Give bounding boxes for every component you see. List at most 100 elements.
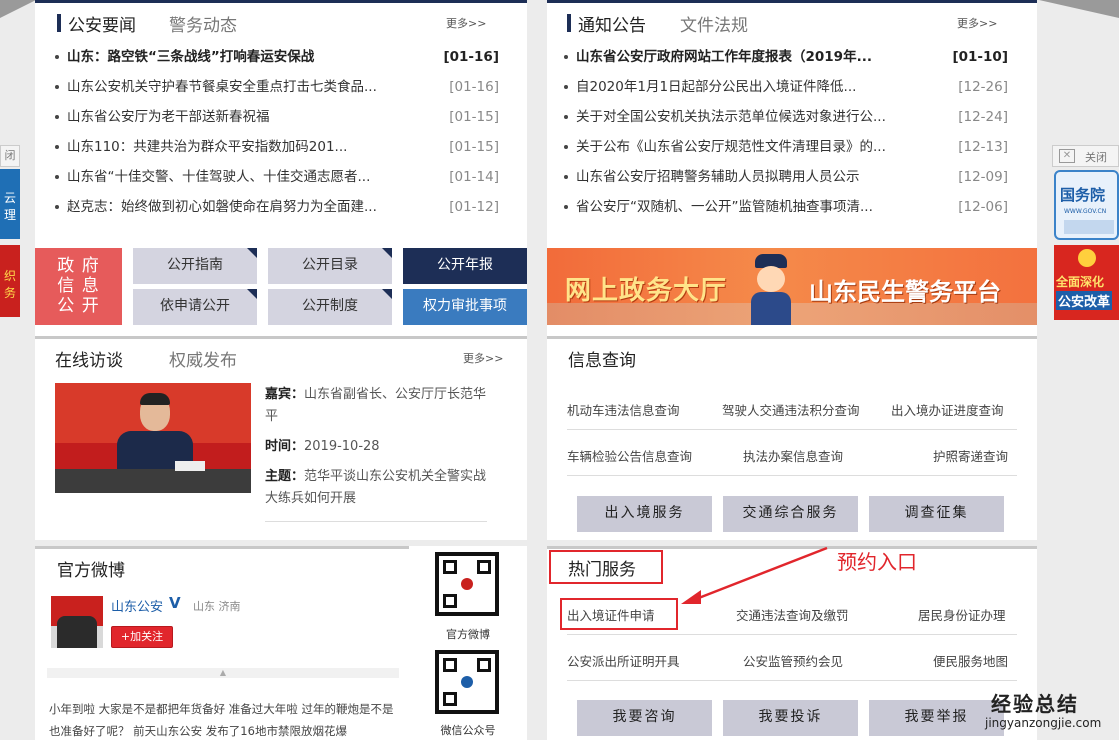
list-item[interactable]: 山东公安机关守护春节餐桌安全重点打击七类食品... [01-16] bbox=[35, 72, 527, 102]
tab-notice[interactable]: 通知公告 bbox=[578, 11, 646, 36]
watermark-url: jingyanzongjie.com bbox=[985, 716, 1102, 730]
follow-button[interactable]: +加关注 bbox=[111, 626, 173, 648]
list-item-title[interactable]: 关于公布《山东省公安厅规范性文件清理目录》的... bbox=[576, 132, 936, 162]
gov-btn-approval[interactable]: 权力审批事项 bbox=[403, 289, 527, 325]
list-item-title[interactable]: 关于对全国公安机关执法示范单位候选对象进行公... bbox=[576, 102, 936, 132]
list-item-title[interactable]: 山东省“十佳交警、十佳驾驶人、十佳交通志愿者... bbox=[67, 162, 427, 192]
list-item-title[interactable]: 省公安厅“双随机、一公开”监管随机抽查事项清... bbox=[576, 192, 936, 222]
list-item-title[interactable]: 山东：路空铁“三条战线”打响春运安保战 bbox=[67, 42, 427, 72]
close-icon[interactable]: ✕ bbox=[1059, 149, 1075, 163]
tab-regulations[interactable]: 文件法规 bbox=[680, 11, 748, 36]
tab-police-news[interactable]: 警务动态 bbox=[169, 11, 237, 36]
left-side-close[interactable]: 闭 bbox=[0, 145, 20, 167]
list-item-title[interactable]: 山东公安机关守护春节餐桌安全重点打击七类食品... bbox=[67, 72, 427, 102]
query-link-driver-points[interactable]: 驾驶人交通违法积分查询 bbox=[722, 400, 860, 419]
gov-btn-catalog-label: 公开目录 bbox=[302, 257, 358, 273]
right-side-close-label[interactable]: 关闭 bbox=[1085, 149, 1107, 165]
query-link-vehicle-violation[interactable]: 机动车违法信息查询 bbox=[567, 400, 680, 419]
query-link-exit-entry-progress[interactable]: 出入境办证进度查询 bbox=[891, 400, 1004, 419]
notice-panel: 通知公告 文件法规 更多>> 山东省公安厅政府网站工作年度报表（2019年...… bbox=[547, 0, 1037, 236]
query-link-vehicle-inspection[interactable]: 车辆检验公告信息查询 bbox=[567, 446, 692, 465]
list-item-date: [01-10] bbox=[952, 49, 1008, 65]
survey-button[interactable]: 调查征集 bbox=[869, 496, 1004, 532]
gov-btn-catalog[interactable]: 公开目录 bbox=[268, 248, 392, 284]
weibo-post-text[interactable]: 小年到啦 大家是不是都把年货备好 准备过大年啦 过年的鞭炮是不是也准备好了呢？ … bbox=[49, 698, 399, 740]
list-item[interactable]: 山东省公安厅政府网站工作年度报表（2019年... [01-10] bbox=[544, 42, 1036, 72]
interview-photo[interactable] bbox=[55, 383, 251, 493]
photo-table bbox=[55, 469, 251, 493]
list-item[interactable]: 赵克志：始终做到初心如磐使命在肩努力为全面建... [01-12] bbox=[35, 192, 527, 222]
bullet-icon bbox=[55, 85, 59, 89]
list-item[interactable]: 山东省公安厅招聘警务辅助人员拟聘用人员公示 [12-09] bbox=[544, 162, 1036, 192]
weibo-qr-label: 官方微博 bbox=[446, 628, 490, 641]
gov-info-label-line2: 信 息 bbox=[57, 276, 100, 296]
weibo-avatar[interactable] bbox=[51, 596, 103, 648]
hot-link-service-map[interactable]: 便民服务地图 bbox=[933, 651, 1008, 670]
topic-row[interactable]: 主题：范华平谈山东公安机关全警实战大练兵如何开展 bbox=[265, 466, 487, 510]
list-item[interactable]: 山东省“十佳交警、十佳驾驶人、十佳交通志愿者... [01-14] bbox=[35, 162, 527, 192]
banner-left-text: 网上政务大厅 bbox=[565, 276, 728, 306]
list-item-title[interactable]: 山东110：共建共治为群众平安指数加码201... bbox=[67, 132, 427, 162]
hot-link-exit-entry-apply[interactable]: 出入境证件申请 bbox=[567, 605, 655, 624]
list-item-title[interactable]: 赵克志：始终做到初心如磐使命在肩努力为全面建... bbox=[67, 192, 427, 222]
tab-release[interactable]: 权威发布 bbox=[169, 346, 237, 371]
gov-cn-ad[interactable]: 国务院 WWW.GOV.CN bbox=[1054, 170, 1119, 240]
report-button[interactable]: 我要举报 bbox=[869, 700, 1004, 736]
tab-interview[interactable]: 在线访谈 bbox=[55, 346, 123, 371]
query-link-case-info[interactable]: 执法办案信息查询 bbox=[743, 446, 843, 465]
list-item[interactable]: 山东省公安厅为老干部送新春祝福 [01-15] bbox=[35, 102, 527, 132]
banner-image[interactable]: 网上政务大厅 山东民生警务平台 bbox=[547, 248, 1037, 325]
news-more-link[interactable]: 更多>> bbox=[446, 15, 486, 31]
left-side-text-1: 云 bbox=[3, 191, 16, 205]
list-item[interactable]: 山东110：共建共治为群众平安指数加码201... [01-15] bbox=[35, 132, 527, 162]
list-item-title[interactable]: 山东省公安厅招聘警务辅助人员拟聘用人员公示 bbox=[576, 162, 936, 192]
gov-btn-annual-report-label: 公开年报 bbox=[437, 257, 493, 273]
right-side-close-bar[interactable]: ✕ 关闭 bbox=[1052, 145, 1119, 167]
notice-more-link[interactable]: 更多>> bbox=[957, 15, 997, 31]
tab-news[interactable]: 公安要闻 bbox=[68, 11, 136, 36]
left-side-ad[interactable]: 闭 云 理 织 务 bbox=[0, 145, 20, 317]
gov-btn-approval-label: 权力审批事项 bbox=[423, 298, 507, 314]
weibo-scroll-bar[interactable]: ▲ bbox=[47, 668, 399, 678]
list-item-date: [01-12] bbox=[449, 199, 499, 215]
gov-btn-annual-report[interactable]: 公开年报 bbox=[403, 248, 527, 284]
weibo-panel: 官方微博 山东公安 V 山东 济南 +加关注 ▲ 小年到啦 大家是不是都把年货备… bbox=[35, 546, 527, 740]
hot-divider-2 bbox=[567, 680, 1017, 681]
right-side-ad[interactable]: ✕ 关闭 国务院 WWW.GOV.CN 全面深化 公安改革 bbox=[1052, 145, 1119, 320]
hot-link-police-certificate[interactable]: 公安派出所证明开具 bbox=[567, 651, 680, 670]
hot-link-visit-appointment[interactable]: 公安监管预约会见 bbox=[743, 651, 843, 670]
complaint-button[interactable]: 我要投诉 bbox=[723, 700, 858, 736]
wechat-qr-label: 微信公众号 bbox=[440, 724, 496, 737]
hot-link-traffic-violation[interactable]: 交通违法查询及缴罚 bbox=[736, 605, 849, 624]
left-side-banner-2[interactable]: 织 务 bbox=[0, 245, 20, 317]
weibo-qr-code[interactable] bbox=[435, 552, 499, 616]
weibo-account-name[interactable]: 山东公安 bbox=[111, 596, 163, 615]
list-item-title[interactable]: 山东省公安厅政府网站工作年度报表（2019年... bbox=[576, 42, 936, 72]
list-item[interactable]: 关于对全国公安机关执法示范单位候选对象进行公... [12-24] bbox=[544, 102, 1036, 132]
emblem-icon bbox=[1078, 249, 1096, 267]
hot-services-title: 热门服务 bbox=[568, 560, 636, 580]
exit-entry-service-button[interactable]: 出入境服务 bbox=[577, 496, 712, 532]
list-item[interactable]: 省公安厅“双随机、一公开”监管随机抽查事项清... [12-06] bbox=[544, 192, 1036, 222]
list-item-date: [12-09] bbox=[958, 169, 1008, 185]
list-item[interactable]: 山东：路空铁“三条战线”打响春运安保战 [01-16] bbox=[35, 42, 527, 72]
bullet-icon bbox=[564, 175, 568, 179]
left-side-banner-1[interactable]: 云 理 bbox=[0, 169, 20, 239]
list-item[interactable]: 自2020年1月1日起部分公民出入境证件降低... [12-26] bbox=[544, 72, 1036, 102]
service-banner[interactable]: 网上政务大厅 山东民生警务平台 bbox=[547, 236, 1037, 336]
gov-btn-system[interactable]: 公开制度 bbox=[268, 289, 392, 325]
bullet-icon bbox=[55, 205, 59, 209]
hot-link-id-card[interactable]: 居民身份证办理 bbox=[918, 605, 1006, 624]
gov-btn-guide[interactable]: 公开指南 bbox=[133, 248, 257, 284]
gov-btn-apply[interactable]: 依申请公开 bbox=[133, 289, 257, 325]
wechat-qr-code[interactable] bbox=[435, 650, 499, 714]
list-item-title[interactable]: 自2020年1月1日起部分公民出入境证件降低... bbox=[576, 72, 936, 102]
consult-button[interactable]: 我要咨询 bbox=[577, 700, 712, 736]
list-item-date: [01-16] bbox=[443, 49, 499, 65]
reform-ad[interactable]: 全面深化 公安改革 bbox=[1054, 245, 1119, 320]
interview-more-link[interactable]: 更多>> bbox=[463, 350, 503, 366]
traffic-service-button[interactable]: 交通综合服务 bbox=[723, 496, 858, 532]
list-item-title[interactable]: 山东省公安厅为老干部送新春祝福 bbox=[67, 102, 427, 132]
list-item[interactable]: 关于公布《山东省公安厅规范性文件清理目录》的... [12-13] bbox=[544, 132, 1036, 162]
query-link-passport-delivery[interactable]: 护照寄递查询 bbox=[933, 446, 1008, 465]
